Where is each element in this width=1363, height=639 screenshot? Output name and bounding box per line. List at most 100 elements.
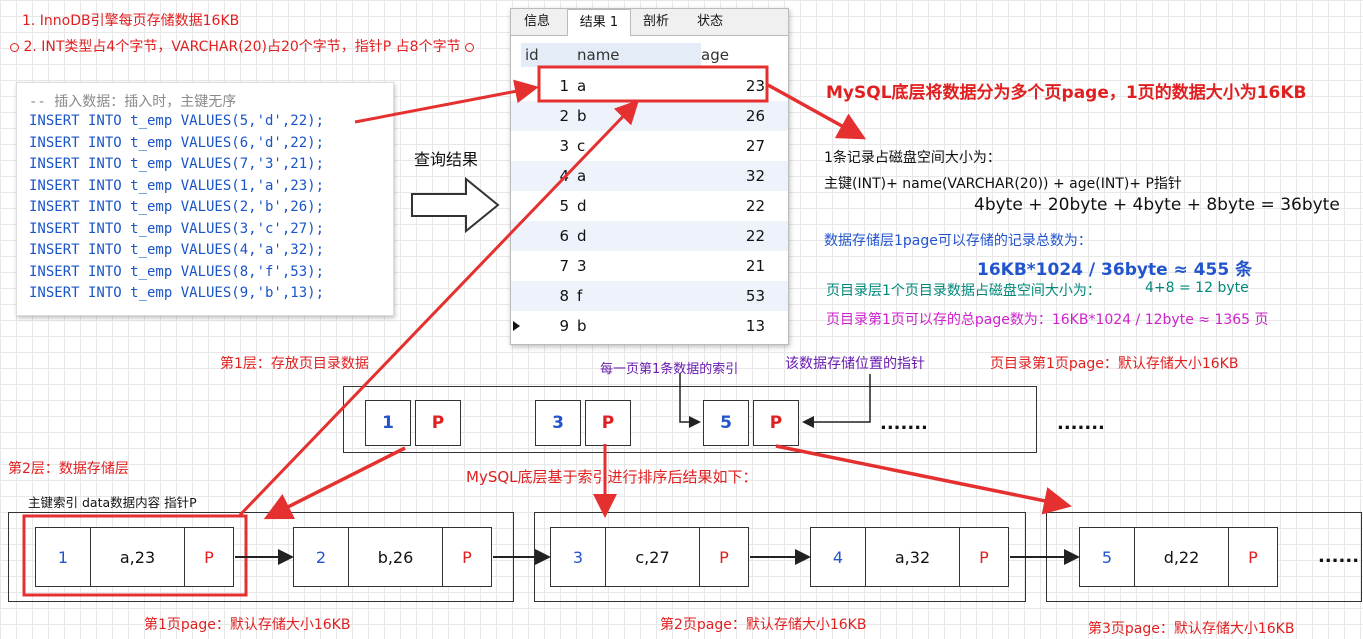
data-page-2-label: 第2页page：默认存储大小16KB bbox=[660, 617, 867, 633]
data-page-1-label: 第1页page：默认存储大小16KB bbox=[144, 617, 351, 633]
cell-id[interactable]: 2 bbox=[521, 101, 569, 131]
column-header-id[interactable]: id bbox=[525, 43, 539, 67]
record-key-cell: 1 bbox=[35, 527, 91, 587]
dir-key-box: 5 bbox=[703, 400, 749, 446]
cell-name[interactable]: f bbox=[577, 281, 657, 311]
record-key-cell: 3 bbox=[550, 527, 606, 587]
dir-page-count: 页目录第1页可以存的总page数为：16KB*1024 / 12byte ≈ 1… bbox=[826, 312, 1269, 328]
record-data-cell: d,22 bbox=[1134, 527, 1229, 587]
record-size-sum: 4byte + 20byte + 4byte + 8byte = 36byte bbox=[974, 195, 1340, 215]
cell-name[interactable]: b bbox=[577, 101, 657, 131]
table-row[interactable]: 6 d 22 bbox=[511, 221, 788, 251]
dir-key-box: 1 bbox=[365, 400, 411, 446]
table-row[interactable]: 8 f 53 bbox=[511, 281, 788, 311]
note-line-1: 1. InnoDB引擎每页存储数据16KB bbox=[22, 13, 240, 29]
index-annotation: 每一页第1条数据的索引 bbox=[600, 362, 739, 377]
dir-size-value: 4+8 = 12 byte bbox=[1145, 280, 1249, 296]
record-legend: 主键索引 data数据内容 指针P bbox=[28, 495, 197, 510]
table-row[interactable]: 3 c 27 bbox=[511, 131, 788, 161]
cell-id[interactable]: 1 bbox=[521, 71, 569, 101]
sql-code-box: -- 插入数据：插入时，主键无序 INSERT INTO t_emp VALUE… bbox=[16, 82, 394, 316]
dir-pointer-box: P bbox=[415, 400, 461, 446]
table-row[interactable]: 9 b 13 bbox=[511, 311, 788, 341]
code-comment: -- 插入数据：插入时，主键无序 bbox=[29, 94, 237, 110]
table-row[interactable]: 1 a 23 bbox=[511, 71, 788, 101]
cell-age[interactable]: 27 bbox=[701, 131, 765, 161]
code-line: INSERT INTO t_emp VALUES(3,'c',27); bbox=[29, 220, 325, 237]
cell-age[interactable]: 32 bbox=[701, 161, 765, 191]
note-line-2-row: 2. INT类型占4个字节，VARCHAR(20)占20个字节，指针P 占8个字… bbox=[10, 36, 475, 56]
dir-to-page3-arrow bbox=[775, 444, 1072, 515]
cell-name[interactable]: 3 bbox=[577, 251, 657, 281]
cell-age[interactable]: 13 bbox=[701, 311, 765, 341]
record-data-cell: c,27 bbox=[605, 527, 700, 587]
record-size-formula: 主键(INT)+ name(VARCHAR(20)) + age(INT)+ P… bbox=[824, 176, 1182, 192]
code-line: INSERT INTO t_emp VALUES(8,'f',53); bbox=[29, 263, 325, 280]
cell-id[interactable]: 5 bbox=[521, 191, 569, 221]
code-line: INSERT INTO t_emp VALUES(9,'b',13); bbox=[29, 285, 325, 301]
cell-age[interactable]: 23 bbox=[701, 71, 765, 101]
record-size-label: 1条记录占磁盘空间大小为： bbox=[824, 150, 1001, 166]
record-pointer-cell: P bbox=[699, 527, 749, 587]
cell-name[interactable]: c bbox=[577, 131, 657, 161]
cell-age[interactable]: 26 bbox=[701, 101, 765, 131]
page-record-count: 16KB*1024 / 36byte ≈ 455 条 bbox=[977, 260, 1253, 280]
record-pointer-cell: P bbox=[959, 527, 1009, 587]
cell-name[interactable]: d bbox=[577, 221, 657, 251]
cell-id[interactable]: 8 bbox=[521, 281, 569, 311]
dir-ellipsis: ....... bbox=[1057, 413, 1105, 434]
record-key-cell: 2 bbox=[293, 527, 349, 587]
cell-age[interactable]: 22 bbox=[701, 221, 765, 251]
code-line: INSERT INTO t_emp VALUES(1,'a',23); bbox=[29, 177, 325, 194]
cell-name[interactable]: a bbox=[577, 161, 657, 191]
page-split-title: MySQL底层将数据分为多个页page，1页的数据大小为16KB bbox=[826, 83, 1307, 103]
table-row[interactable]: 5 d 22 bbox=[511, 191, 788, 221]
tab-status[interactable]: 状态 bbox=[685, 9, 735, 35]
cell-id[interactable]: 4 bbox=[521, 161, 569, 191]
cell-age[interactable]: 22 bbox=[701, 191, 765, 221]
record-data-cell: a,32 bbox=[865, 527, 960, 587]
table-row[interactable]: 7 3 21 bbox=[511, 251, 788, 281]
record-pointer-cell: P bbox=[1228, 527, 1278, 587]
cell-id[interactable]: 9 bbox=[521, 311, 569, 341]
hollow-arrow-icon bbox=[411, 176, 500, 234]
table-row[interactable]: 2 b 26 bbox=[511, 101, 788, 131]
dir-pointer-box: P bbox=[585, 400, 631, 446]
column-header-age[interactable]: age bbox=[701, 43, 729, 67]
cell-name[interactable]: d bbox=[577, 191, 657, 221]
dir-pointer-box: P bbox=[753, 400, 799, 446]
page-record-count-label: 数据存储层1page可以存储的记录总数为： bbox=[824, 233, 1092, 249]
sort-annotation: MySQL底层基于索引进行排序后结果如下： bbox=[466, 468, 758, 486]
cell-id[interactable]: 6 bbox=[521, 221, 569, 251]
cell-name[interactable]: b bbox=[577, 311, 657, 341]
record-data-cell: b,26 bbox=[348, 527, 443, 587]
tab-result-1[interactable]: 结果 1 bbox=[567, 9, 631, 36]
cell-age[interactable]: 21 bbox=[701, 251, 765, 281]
dir-size-label: 页目录层1个页目录数据占磁盘空间大小为： bbox=[826, 283, 1101, 299]
column-header-name[interactable]: name bbox=[577, 43, 620, 67]
record-data-cell: a,23 bbox=[90, 527, 185, 587]
current-row-marker-icon bbox=[513, 321, 520, 331]
cell-id[interactable]: 7 bbox=[521, 251, 569, 281]
record-key-cell: 4 bbox=[810, 527, 866, 587]
layer-2-label: 第2层：数据存储层 bbox=[8, 461, 129, 477]
cell-id[interactable]: 3 bbox=[521, 131, 569, 161]
note-line-2: 2. INT类型占4个字节，VARCHAR(20)占20个字节，指针P 占8个字… bbox=[23, 39, 461, 55]
circle-handle-icon bbox=[465, 42, 475, 52]
code-line: INSERT INTO t_emp VALUES(4,'a',32); bbox=[29, 242, 325, 258]
pointer-annotation: 该数据存储位置的指针 bbox=[785, 356, 925, 372]
dir-page-label: 页目录第1页page：默认存储大小16KB bbox=[990, 356, 1239, 372]
data-page-3-label: 第3页page：默认存储大小16KB bbox=[1088, 621, 1295, 637]
tab-profile[interactable]: 剖析 bbox=[631, 9, 681, 35]
query-result-label: 查询结果 bbox=[414, 150, 479, 169]
dir-key-box: 3 bbox=[535, 400, 581, 446]
cell-name[interactable]: a bbox=[577, 71, 657, 101]
circle-handle-icon bbox=[10, 42, 19, 52]
table-row[interactable]: 4 a 32 bbox=[511, 161, 788, 191]
code-line: INSERT INTO t_emp VALUES(2,'b',26); bbox=[29, 199, 325, 215]
cell-age[interactable]: 53 bbox=[701, 281, 765, 311]
code-line: INSERT INTO t_emp VALUES(5,'d',22); bbox=[29, 113, 325, 129]
record-key-cell: 5 bbox=[1079, 527, 1135, 587]
record-pointer-cell: P bbox=[442, 527, 492, 587]
tab-info[interactable]: 信息 bbox=[511, 9, 563, 35]
